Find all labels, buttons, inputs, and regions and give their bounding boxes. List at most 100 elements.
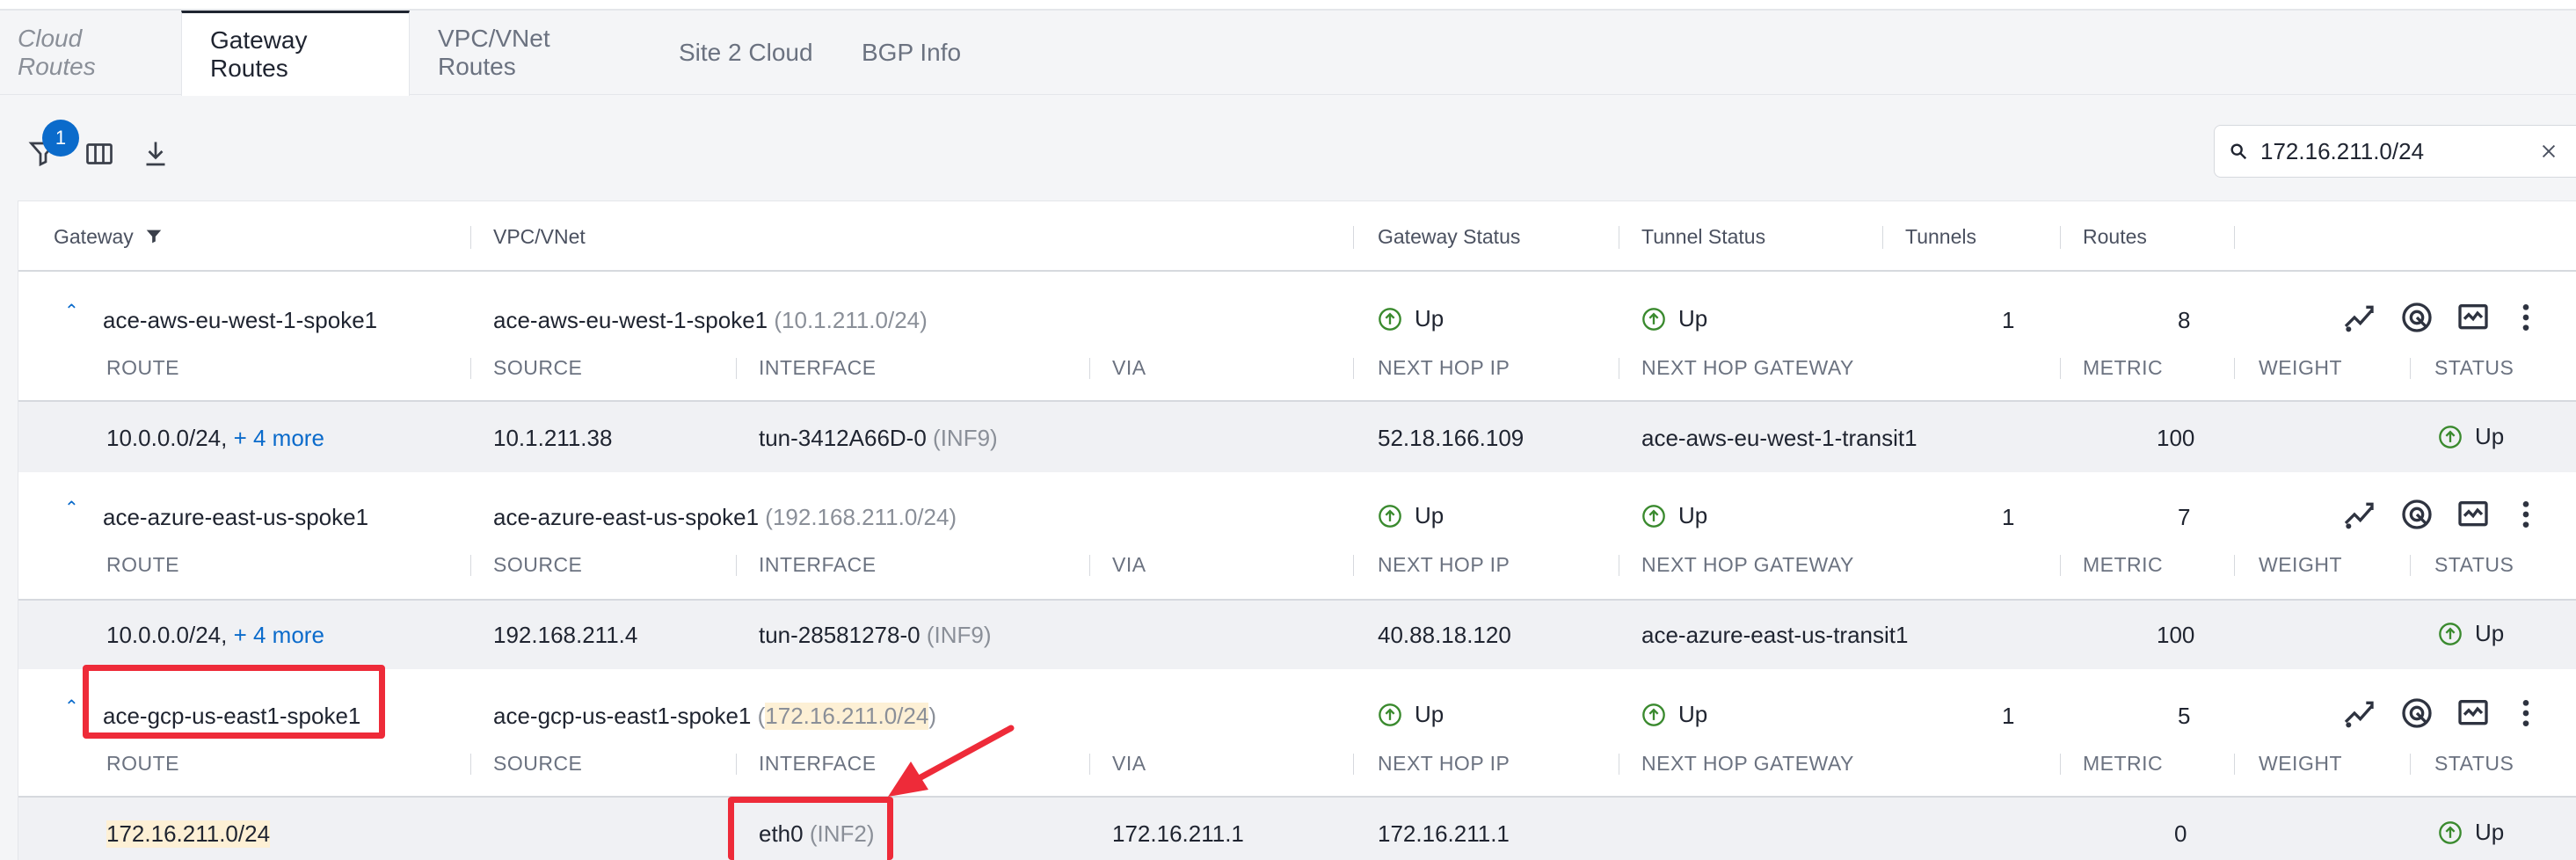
target-icon[interactable]	[2398, 298, 2436, 337]
trend-icon[interactable]	[2340, 495, 2378, 534]
vpc-name: ace-aws-eu-west-1-spoke1 (10.1.211.0/24)	[493, 307, 928, 333]
gateway-name: ace-azure-east-us-spoke1	[103, 504, 369, 530]
tab-bgp-info[interactable]: BGP Info	[833, 11, 1009, 95]
search-icon	[2230, 143, 2247, 160]
route-row: 10.0.0.0/24, + 4 more 10.1.211.38 tun-34…	[18, 400, 2576, 472]
col-next-hop-ip: NEXT HOP IP	[1378, 553, 1510, 576]
metric-cell: 100	[2157, 622, 2195, 648]
tab-cloud-routes[interactable]: Cloud Routes	[0, 11, 181, 95]
header-routes[interactable]: Routes	[2083, 201, 2147, 272]
monitor-icon[interactable]	[2454, 495, 2492, 534]
more-icon[interactable]	[2507, 298, 2545, 337]
gateway-status: Up	[1378, 701, 1444, 728]
monitor-icon[interactable]	[2454, 298, 2492, 337]
arrow-up-circle-icon	[1379, 703, 1401, 726]
col-route: ROUTE	[106, 553, 179, 576]
next-hop-ip-cell: 40.88.18.120	[1378, 622, 1511, 648]
tunnels-count: 1	[2002, 703, 2015, 729]
more-routes-link[interactable]: + 4 more	[234, 622, 324, 649]
route-cell: 172.16.211.0/24	[106, 820, 271, 848]
arrow-up-circle-icon	[1642, 504, 1665, 528]
table-header: Gateway VPC/VNet Gateway Status Tunnel S…	[18, 201, 2576, 272]
vpc-name: ace-gcp-us-east1-spoke1 (172.16.211.0/24…	[493, 703, 936, 730]
col-source: SOURCE	[493, 356, 583, 379]
route-row: 172.16.211.0/24 eth0 (INF2) 172.16.211.1…	[18, 796, 2576, 860]
header-tunnel-status[interactable]: Tunnel Status	[1641, 201, 1765, 272]
next-hop-ip-cell: 52.18.166.109	[1378, 425, 1524, 451]
filter-active-icon[interactable]	[144, 227, 164, 246]
tab-gateway-routes[interactable]: Gateway Routes	[181, 11, 410, 96]
search-input[interactable]	[2260, 137, 2524, 165]
top-strip	[0, 0, 2576, 11]
tab-vpc-vnet-routes[interactable]: VPC/VNet Routes	[410, 11, 656, 95]
download-icon[interactable]	[134, 132, 178, 176]
col-status: STATUS	[2434, 752, 2514, 775]
search-box	[2214, 125, 2576, 178]
arrow-up-circle-icon	[1379, 504, 1401, 528]
route-cell: 10.0.0.0/24, + 4 more	[106, 622, 324, 649]
col-source: SOURCE	[493, 752, 583, 775]
col-via: VIA	[1112, 356, 1146, 379]
gateway-row: ⌃ ace-azure-east-us-spoke1 ace-azure-eas…	[18, 472, 2576, 599]
route-cell: 10.0.0.0/24, + 4 more	[106, 425, 324, 452]
target-icon[interactable]	[2398, 495, 2436, 534]
target-icon[interactable]	[2398, 694, 2436, 732]
tunnel-status: Up	[1641, 701, 1707, 728]
header-gateway[interactable]: Gateway	[54, 201, 164, 272]
metric-cell: 100	[2157, 425, 2195, 451]
filter-count-badge: 1	[42, 120, 79, 157]
col-next-hop-gateway: NEXT HOP GATEWAY	[1641, 553, 1854, 576]
interface-cell: tun-28581278-0 (INF9)	[759, 622, 992, 648]
tunnel-status: Up	[1641, 305, 1707, 332]
col-next-hop-gateway: NEXT HOP GATEWAY	[1641, 752, 1854, 775]
more-icon[interactable]	[2507, 495, 2545, 534]
header-tunnels[interactable]: Tunnels	[1905, 201, 1976, 272]
collapse-chevron-icon[interactable]: ⌃	[64, 497, 79, 519]
col-next-hop-gateway: NEXT HOP GATEWAY	[1641, 356, 1854, 379]
routes-count: 5	[2178, 703, 2191, 729]
monitor-icon[interactable]	[2454, 694, 2492, 732]
col-via: VIA	[1112, 752, 1146, 775]
header-gateway-status[interactable]: Gateway Status	[1378, 201, 1520, 272]
close-icon[interactable]	[2536, 138, 2562, 164]
gateway-row: ⌃ ace-gcp-us-east1-spoke1 ace-gcp-us-eas…	[18, 669, 2576, 796]
next-hop-gateway-cell: ace-azure-east-us-transit1	[1641, 622, 1909, 648]
col-metric: METRIC	[2083, 356, 2164, 379]
route-status: Up	[2438, 423, 2504, 450]
metric-cell: 0	[2174, 820, 2187, 847]
tab-bar: Cloud Routes Gateway Routes VPC/VNet Rou…	[0, 11, 2576, 96]
arrow-up-circle-icon	[1642, 703, 1665, 726]
collapse-chevron-icon[interactable]: ⌃	[64, 300, 79, 322]
source-cell: 10.1.211.38	[493, 425, 613, 451]
col-next-hop-ip: NEXT HOP IP	[1378, 356, 1510, 379]
col-interface: INTERFACE	[759, 752, 877, 775]
arrow-up-circle-icon	[2439, 425, 2462, 448]
header-vpc-vnet[interactable]: VPC/VNet	[493, 201, 586, 272]
annotation-highlight-box	[83, 665, 385, 739]
tab-site-2-cloud[interactable]: Site 2 Cloud	[651, 11, 844, 95]
routes-count: 8	[2178, 307, 2191, 333]
col-next-hop-ip: NEXT HOP IP	[1378, 752, 1510, 775]
gateway-status: Up	[1378, 305, 1444, 332]
more-icon[interactable]	[2507, 694, 2545, 732]
tunnel-status: Up	[1641, 502, 1707, 529]
collapse-chevron-icon[interactable]: ⌃	[64, 696, 79, 718]
gateway-status: Up	[1378, 502, 1444, 529]
col-route: ROUTE	[106, 356, 179, 379]
arrow-up-circle-icon	[2439, 622, 2462, 645]
columns-icon[interactable]	[77, 132, 121, 176]
col-metric: METRIC	[2083, 553, 2164, 576]
col-metric: METRIC	[2083, 752, 2164, 775]
more-routes-link[interactable]: + 4 more	[234, 425, 324, 452]
col-status: STATUS	[2434, 553, 2514, 576]
gateway-name: ace-aws-eu-west-1-spoke1	[103, 307, 378, 333]
interface-cell: tun-3412A66D-0 (INF9)	[759, 425, 998, 451]
source-cell: 192.168.211.4	[493, 622, 638, 648]
col-weight: WEIGHT	[2259, 752, 2342, 775]
col-source: SOURCE	[493, 553, 583, 576]
trend-icon[interactable]	[2340, 694, 2378, 732]
col-route: ROUTE	[106, 752, 179, 775]
tunnels-count: 1	[2002, 504, 2015, 530]
trend-icon[interactable]	[2340, 298, 2378, 337]
via-cell: 172.16.211.1	[1112, 820, 1244, 847]
